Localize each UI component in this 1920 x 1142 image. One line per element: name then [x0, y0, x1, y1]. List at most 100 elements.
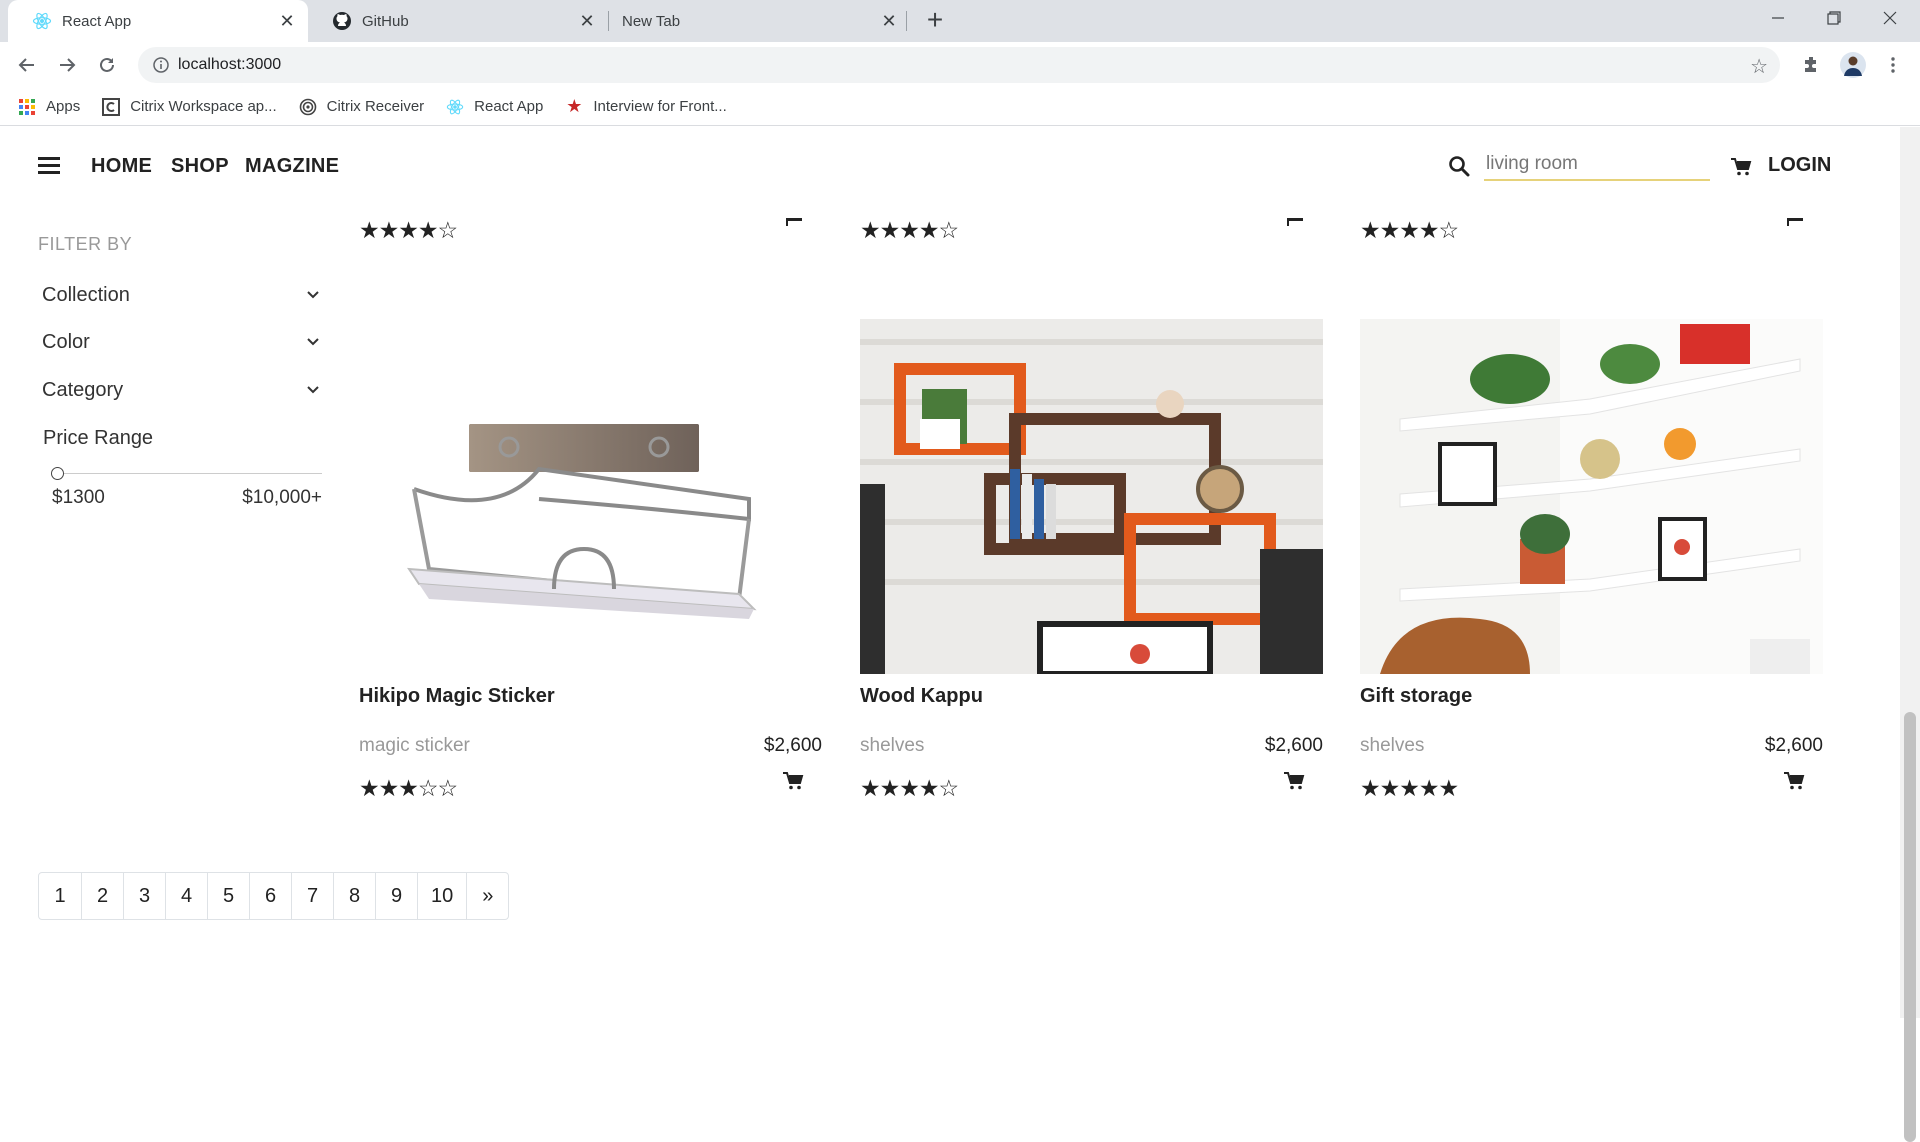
menu-kebab-icon[interactable]	[1878, 50, 1908, 80]
tab-react-app[interactable]: React App ✕	[8, 0, 308, 42]
star-icon: ★	[566, 96, 583, 116]
tab-github[interactable]: GitHub ✕	[308, 0, 608, 42]
product-price: $2,600	[763, 735, 822, 756]
citrix-icon	[102, 97, 121, 116]
price-slider-handle[interactable]	[51, 467, 64, 480]
new-tab-button[interactable]: +	[920, 6, 950, 36]
close-tab-icon[interactable]: ✕	[878, 10, 900, 32]
add-to-cart-icon[interactable]	[1283, 771, 1305, 791]
chevron-down-icon	[304, 381, 322, 399]
close-window-button[interactable]	[1862, 0, 1918, 36]
filter-color[interactable]: Color	[42, 331, 322, 361]
price-max-value: $10,000+	[242, 487, 322, 508]
price-min-value: $1300	[52, 487, 105, 508]
filter-category[interactable]: Category	[42, 379, 322, 409]
bookmark-apps[interactable]: Apps	[18, 98, 80, 116]
rating-stars: ★★★★☆	[1360, 217, 1459, 243]
product-name[interactable]: Wood Kappu	[860, 685, 983, 708]
page-scrollbar[interactable]	[1900, 127, 1920, 1142]
filter-title: FILTER BY	[38, 234, 133, 254]
citrix-receiver-icon	[299, 98, 317, 116]
price-slider-track[interactable]	[56, 473, 322, 474]
search-input[interactable]	[1484, 149, 1710, 181]
page-1-button[interactable]: 1	[39, 873, 81, 919]
page-3-button[interactable]: 3	[123, 873, 165, 919]
rating-stars: ★★★★☆	[860, 217, 959, 243]
bookmark-interview[interactable]: ★ Interview for Front...	[565, 96, 726, 116]
product-image[interactable]	[359, 319, 822, 674]
rating-stars: ★★★★☆	[359, 217, 458, 243]
product-name[interactable]: Gift storage	[1360, 685, 1472, 708]
react-icon	[32, 11, 52, 31]
chevron-down-icon	[304, 333, 322, 351]
filter-collection[interactable]: Collection	[42, 284, 322, 314]
page-7-button[interactable]: 7	[291, 873, 333, 919]
url-text: localhost:3000	[178, 56, 282, 73]
page-2-button[interactable]: 2	[81, 873, 123, 919]
bookmark-label: Citrix Workspace ap...	[130, 98, 277, 115]
bookmark-star-icon[interactable]: ☆	[1750, 54, 1768, 79]
product-image[interactable]	[1360, 319, 1823, 674]
cart-icon[interactable]	[786, 218, 802, 226]
bookmark-citrix-receiver[interactable]: Citrix Receiver	[299, 98, 425, 116]
bookmark-label: Citrix Receiver	[326, 98, 425, 115]
add-to-cart-icon[interactable]	[782, 771, 804, 791]
product-image[interactable]	[860, 319, 1323, 674]
bookmark-react-app[interactable]: React App	[446, 98, 543, 116]
tab-separator	[608, 11, 609, 31]
reload-button[interactable]	[92, 50, 122, 80]
cart-icon[interactable]	[1787, 218, 1803, 226]
apps-grid-icon	[18, 98, 36, 116]
login-button[interactable]: LOGIN	[1768, 154, 1831, 177]
github-icon	[332, 11, 352, 31]
page-4-button[interactable]: 4	[165, 873, 207, 919]
rating-stars: ★★★★★	[1360, 775, 1459, 801]
address-bar[interactable]: localhost:3000 ☆	[138, 47, 1780, 83]
back-button[interactable]	[12, 50, 42, 80]
next-page-button[interactable]: »	[466, 873, 508, 919]
scrollbar-thumb[interactable]	[1904, 712, 1916, 1142]
nav-home[interactable]: HOME	[91, 155, 152, 178]
profile-avatar[interactable]	[1838, 50, 1868, 80]
page-content: HOME SHOP MAGZINE LOGIN FILTER BY Collec…	[0, 127, 1900, 1018]
filter-label: Category	[42, 379, 124, 401]
add-to-cart-icon[interactable]	[1783, 771, 1805, 791]
rating-stars: ★★★★☆	[860, 775, 959, 801]
close-tab-icon[interactable]: ✕	[576, 10, 598, 32]
nav-shop[interactable]: SHOP	[171, 155, 229, 178]
page-8-button[interactable]: 8	[333, 873, 375, 919]
filter-label: Color	[42, 331, 90, 353]
product-category: magic sticker	[359, 735, 470, 756]
cart-icon[interactable]	[1287, 218, 1303, 226]
page-10-button[interactable]: 10	[417, 873, 466, 919]
product-price: $2,600	[1764, 735, 1823, 756]
minimize-button[interactable]	[1750, 0, 1806, 36]
tab-new-tab[interactable]: New Tab ✕	[610, 0, 910, 42]
product-price: $2,600	[1264, 735, 1323, 756]
forward-button[interactable]	[52, 50, 82, 80]
tab-title: GitHub	[362, 12, 409, 30]
search-icon[interactable]	[1448, 155, 1470, 177]
extensions-icon[interactable]	[1796, 50, 1826, 80]
rating-stars: ★★★☆☆	[359, 775, 458, 801]
bookmarks-bar: Apps Citrix Workspace ap... Citrix Recei…	[0, 88, 1920, 126]
bookmark-label: React App	[474, 98, 544, 115]
pagination: 1 2 3 4 5 6 7 8 9 10»	[38, 872, 510, 920]
product-category: shelves	[1360, 735, 1425, 756]
product-name[interactable]: Hikipo Magic Sticker	[359, 685, 555, 708]
hamburger-menu-icon[interactable]	[38, 157, 60, 175]
tab-separator	[906, 11, 907, 31]
page-5-button[interactable]: 5	[207, 873, 249, 919]
restore-button[interactable]	[1806, 0, 1862, 36]
price-range-label: Price Range	[43, 427, 154, 449]
cart-icon[interactable]	[1730, 157, 1752, 177]
nav-magzine[interactable]: MAGZINE	[245, 155, 339, 178]
browser-tab-bar: React App ✕ GitHub ✕ New Tab ✕ +	[0, 0, 1920, 42]
bookmark-citrix-workspace[interactable]: Citrix Workspace ap...	[102, 97, 277, 116]
info-icon[interactable]	[152, 56, 170, 74]
close-tab-icon[interactable]: ✕	[276, 10, 298, 32]
filter-label: Collection	[42, 284, 130, 306]
page-9-button[interactable]: 9	[375, 873, 417, 919]
app-navbar: HOME SHOP MAGZINE LOGIN	[0, 127, 1900, 195]
page-6-button[interactable]: 6	[249, 873, 291, 919]
